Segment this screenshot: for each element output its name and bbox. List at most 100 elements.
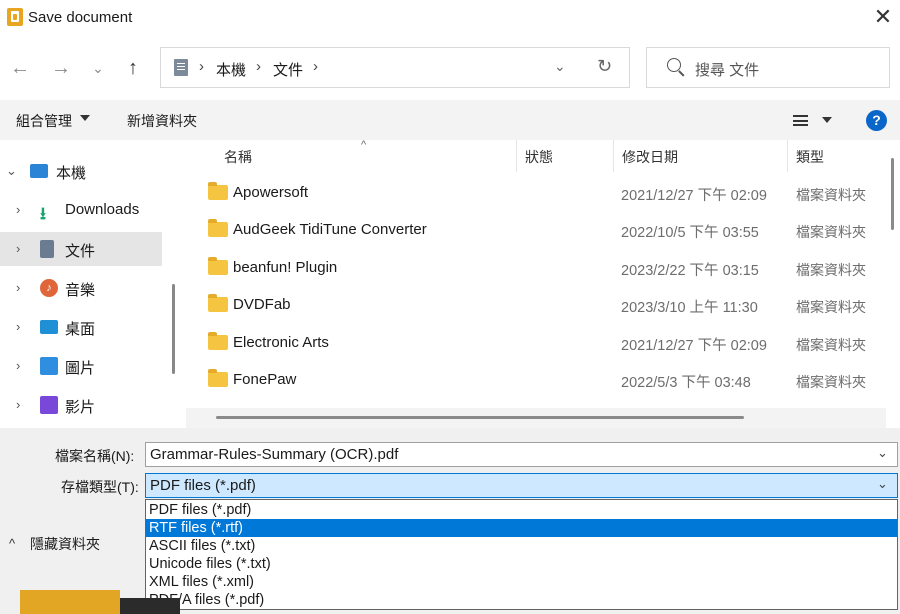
filename-field[interactable]: Grammar-Rules-Summary (OCR).pdf [145, 442, 898, 467]
filetype-option-pdfa[interactable]: PDF/A files (*.pdf) [146, 591, 897, 609]
forward-button[interactable]: → [47, 54, 75, 82]
filetype-option-ascii[interactable]: ASCII files (*.txt) [146, 537, 897, 555]
list-item[interactable]: DVDFab 2023/3/10 上午 11:30 檔案資料夾 [186, 287, 886, 324]
sidebar-item-label: 影片 [65, 399, 96, 416]
column-divider[interactable] [516, 140, 517, 172]
file-type: 檔案資料夾 [796, 337, 866, 353]
caret-down-icon[interactable] [822, 117, 832, 123]
organize-button[interactable]: 組合管理 [16, 111, 72, 131]
sidebar-item-pictures[interactable]: › 圖片 [0, 349, 162, 383]
documents-icon [40, 240, 54, 258]
sidebar-item-label: 音樂 [65, 282, 96, 299]
file-name: AudGeek TidiTune Converter [233, 221, 427, 238]
chevron-right-icon[interactable]: › [16, 241, 20, 256]
filetype-option-rtf[interactable]: RTF files (*.rtf) [146, 519, 897, 537]
filename-label: 檔案名稱(N): [55, 448, 135, 464]
column-header-name[interactable]: 名稱 [224, 147, 252, 167]
vertical-scrollbar[interactable] [891, 158, 894, 230]
desktop-icon [40, 320, 58, 334]
column-divider[interactable] [787, 140, 788, 172]
hide-folders-button[interactable]: 隱藏資料夾 [30, 534, 100, 554]
sidebar-item-music[interactable]: › ♪ 音樂 [0, 271, 162, 305]
up-button[interactable]: ↑ [119, 54, 147, 82]
file-name: beanfun! Plugin [233, 259, 338, 276]
chevron-right-icon[interactable]: › [16, 280, 20, 295]
filetype-label: 存檔類型(T): [61, 479, 139, 495]
sidebar-item-label: 本機 [56, 165, 87, 182]
new-folder-button[interactable]: 新增資料夾 [127, 111, 197, 131]
column-header-date[interactable]: 修改日期 [622, 147, 678, 167]
chevron-down-icon[interactable]: ⌄ [877, 445, 888, 461]
sidebar-item-documents[interactable]: › 文件 [0, 232, 162, 266]
file-list: ^ 名稱 狀態 修改日期 類型 Apowersoft 2021/12/27 下午… [186, 139, 900, 428]
filetype-select[interactable]: PDF files (*.pdf) [145, 473, 898, 498]
breadcrumb-separator: › [313, 58, 318, 75]
list-item[interactable]: beanfun! Plugin 2023/2/22 下午 03:15 檔案資料夾 [186, 250, 886, 287]
refresh-icon[interactable]: ↻ [597, 56, 612, 77]
file-type: 檔案資料夾 [796, 374, 866, 390]
chevron-right-icon[interactable]: › [16, 358, 20, 373]
back-button[interactable]: ← [6, 54, 34, 82]
sidebar-item-label: 圖片 [65, 360, 96, 377]
cancel-button[interactable] [120, 598, 180, 614]
view-options-icon[interactable] [793, 115, 808, 126]
sidebar-item-label: Downloads [65, 201, 140, 218]
close-button[interactable]: ✕ [866, 2, 900, 34]
sidebar-item-videos[interactable]: › 影片 [0, 388, 162, 422]
sidebar-item-downloads[interactable]: › ⭳ Downloads [0, 193, 162, 227]
sidebar-item-desktop[interactable]: › 桌面 [0, 310, 162, 344]
folder-icon [208, 219, 228, 237]
chevron-down-icon[interactable]: ⌄ [877, 476, 888, 492]
column-divider[interactable] [613, 140, 614, 172]
address-bar[interactable]: › 本機 › 文件 › ⌄ ↻ [160, 47, 630, 88]
navigation-scrollbar[interactable] [172, 284, 175, 374]
file-type: 檔案資料夾 [796, 299, 866, 315]
file-date: 2023/2/22 下午 03:15 [621, 263, 759, 279]
app-icon [7, 8, 23, 26]
filetype-option-pdf[interactable]: PDF files (*.pdf) [146, 501, 897, 519]
file-name: Apowersoft [233, 184, 309, 201]
folder-icon [208, 182, 228, 200]
folder-icon [208, 369, 228, 387]
file-date: 2023/3/10 上午 11:30 [621, 300, 758, 316]
search-placeholder: 搜尋 文件 [695, 62, 760, 79]
column-header-row: ^ 名稱 狀態 修改日期 類型 [186, 139, 886, 174]
breadcrumb-documents[interactable]: 文件 [273, 59, 303, 80]
filetype-option-xml[interactable]: XML files (*.xml) [146, 573, 897, 591]
file-type: 檔案資料夾 [796, 187, 866, 203]
computer-icon [30, 164, 48, 178]
videos-icon [40, 396, 58, 414]
help-icon[interactable]: ? [866, 110, 887, 131]
title-bar: Save document ✕ [0, 0, 900, 36]
search-icon [667, 58, 681, 72]
chevron-up-icon[interactable]: ^ [9, 536, 15, 551]
file-date: 2021/12/27 下午 02:09 [621, 338, 767, 354]
save-button[interactable] [20, 590, 120, 614]
search-input[interactable]: 搜尋 文件 [646, 47, 890, 88]
folder-icon [208, 332, 228, 350]
horizontal-scrollbar-thumb[interactable] [216, 416, 744, 419]
breadcrumb-this-pc[interactable]: 本機 [216, 59, 246, 80]
list-item[interactable]: Electronic Arts 2021/12/27 下午 02:09 檔案資料… [186, 325, 886, 362]
recent-locations-button[interactable]: ⌄ [84, 54, 112, 82]
list-item[interactable]: Apowersoft 2021/12/27 下午 02:09 檔案資料夾 [186, 175, 886, 212]
toolbar: 組合管理 新增資料夾 [0, 100, 900, 140]
chevron-down-icon[interactable]: ⌄ [554, 58, 566, 75]
filetype-option-unicode[interactable]: Unicode files (*.txt) [146, 555, 897, 573]
caret-down-icon [80, 115, 90, 121]
chevron-right-icon[interactable]: › [16, 319, 20, 334]
sort-ascending-icon: ^ [361, 139, 367, 151]
sidebar-item-this-pc[interactable]: ⌄ 本機 [0, 154, 162, 188]
sidebar-item-label: 桌面 [65, 321, 96, 338]
file-type: 檔案資料夾 [796, 224, 866, 240]
column-header-status[interactable]: 狀態 [525, 147, 553, 167]
chevron-right-icon[interactable]: › [16, 397, 20, 412]
file-name: Electronic Arts [233, 334, 329, 351]
list-item[interactable]: AudGeek TidiTune Converter 2022/10/5 下午 … [186, 212, 886, 249]
horizontal-scrollbar[interactable] [186, 408, 886, 428]
chevron-right-icon[interactable]: › [16, 202, 20, 217]
chevron-expanded-icon[interactable]: ⌄ [6, 163, 17, 179]
download-icon: ⭳ [40, 204, 46, 223]
column-header-type[interactable]: 類型 [796, 147, 824, 167]
list-item[interactable]: FonePaw 2022/5/3 下午 03:48 檔案資料夾 [186, 362, 886, 399]
